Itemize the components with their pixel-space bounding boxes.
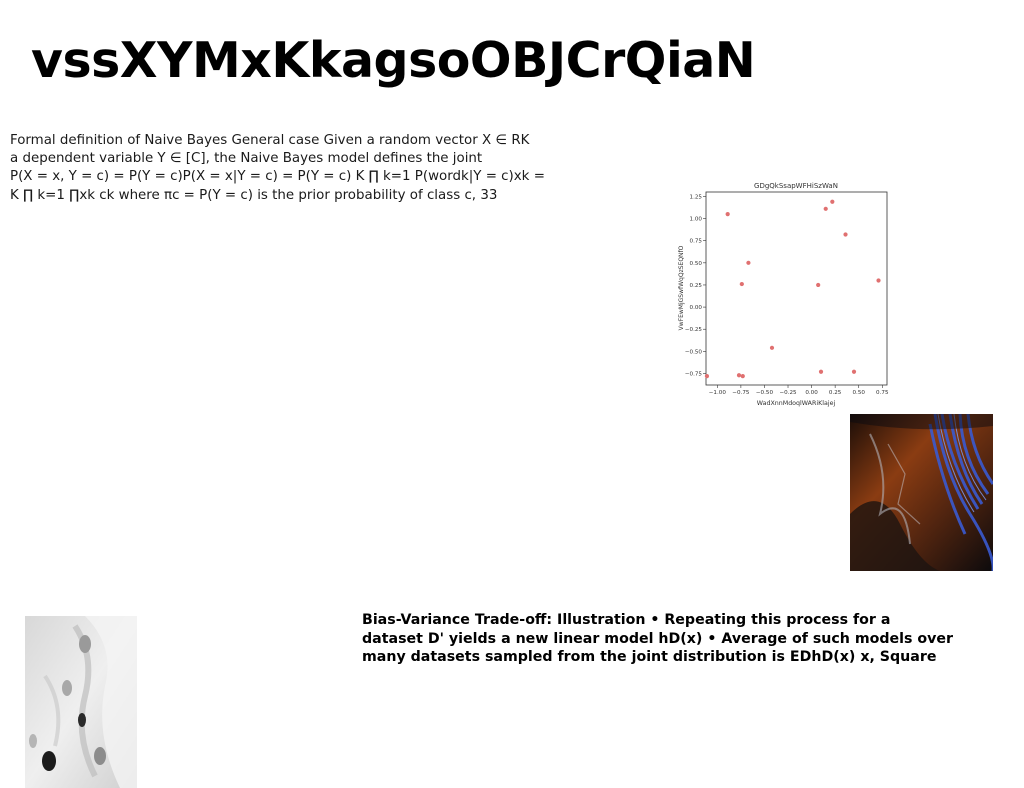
scatter-point [769, 345, 775, 350]
chart-title: GDgQkSsapWFHiSzWaN [754, 182, 838, 190]
x-tick-label: 0.25 [829, 390, 842, 396]
scatter-point [823, 206, 828, 211]
y-axis-ticks: 1.25 1.00 0.75 0.50 0.25 0.00 −0.25 −0.50 −0.75 [685, 194, 706, 377]
naive-bayes-line: Formal definition of Naive Bayes General… [10, 133, 530, 148]
y-tick-label: −0.25 [685, 327, 703, 333]
scatter-point [725, 212, 730, 217]
naive-bayes-line: a dependent variable Y ∈ [C], the Naive … [10, 151, 483, 167]
scatter-point [739, 281, 744, 287]
x-axis-ticks: −1.00 −0.75 −0.50 −0.25 0.00 0.25 0.50 0.75 [709, 385, 889, 396]
naive-bayes-line: P(X = x, Y = c) = P(Y = c)P(X = x|Y = c)… [10, 169, 545, 185]
scatter-point [746, 260, 751, 265]
scatter-point [704, 374, 710, 379]
y-tick-label: 0.25 [690, 283, 703, 289]
x-tick-label: −0.50 [756, 390, 774, 396]
underwater-coral-photo [850, 414, 993, 571]
x-tick-label: −1.00 [709, 390, 727, 396]
x-tick-label: 0.75 [876, 390, 889, 396]
grayscale-sculpture-photo [25, 616, 137, 788]
y-axis-label: VwFEwMjGSwfWqQzSEQNfO [678, 245, 685, 330]
scatter-point [876, 278, 881, 283]
bias-variance-text: Bias-Variance Trade-off: Illustration • … [362, 611, 1002, 667]
scatter-point [843, 232, 848, 237]
y-tick-label: 0.00 [690, 305, 703, 311]
x-tick-label: −0.25 [779, 390, 797, 396]
scatter-chart: GDgQkSsapWFHiSzWaN −1.00 −0.75 −0.50 −0.25 0… [674, 178, 896, 408]
y-tick-label: −0.75 [685, 371, 703, 377]
scatter-point [816, 282, 821, 288]
page-title: vssXYMxKkagsoOBJCrQiaN [31, 32, 756, 89]
naive-bayes-text: Formal definition of Naive Bayes General… [10, 132, 570, 205]
scatter-points [704, 199, 881, 379]
y-tick-label: −0.50 [685, 349, 703, 355]
scatter-point [818, 369, 824, 374]
bias-variance-line: Bias-Variance Trade-off: Illustration • … [362, 612, 891, 628]
y-tick-label: 1.25 [690, 194, 703, 200]
naive-bayes-line: K ∏ k=1 ∏xk ck where πc = P(Y = c) is th… [10, 187, 498, 203]
scatter-point [736, 373, 742, 378]
x-tick-label: 0.00 [805, 390, 818, 396]
plot-area-frame [705, 191, 888, 386]
scatter-point [830, 199, 835, 204]
bias-variance-line: dataset D' yields a new linear model hD(… [362, 630, 954, 647]
y-tick-label: 0.75 [690, 239, 703, 245]
bias-variance-line: many datasets sampled from the joint dis… [362, 649, 937, 666]
y-tick-label: 0.50 [690, 261, 703, 267]
y-tick-label: 1.00 [690, 217, 703, 223]
x-axis-label: WadXnnMdoqlWARiKlajej [757, 400, 836, 407]
scatter-svg: GDgQkSsapWFHiSzWaN −1.00 −0.75 −0.50 −0.25 0… [678, 182, 889, 407]
x-tick-label: 0.50 [852, 390, 865, 396]
scatter-point [740, 374, 745, 379]
scatter-point [851, 369, 857, 374]
x-tick-label: −0.75 [732, 390, 750, 396]
